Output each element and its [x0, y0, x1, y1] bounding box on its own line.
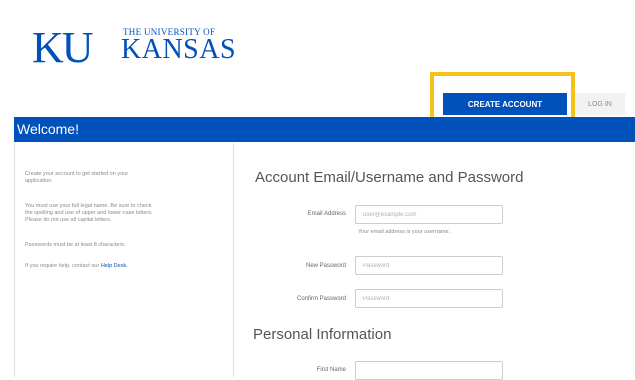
- sidebar-text: Please do not use all capital letters.: [25, 217, 112, 223]
- welcome-banner: Welcome!: [14, 117, 635, 142]
- logo-kansas: KANSAS: [121, 34, 237, 65]
- sidebar-text: Passwords must be at least 8 characters.: [25, 242, 126, 248]
- first-name-label: First Name: [316, 367, 346, 373]
- sidebar-help-line: If you require help, contact our Help De…: [25, 263, 128, 269]
- tab-log-in-label: LOG IN: [588, 100, 612, 108]
- confirm-password-label: Confirm Password: [296, 296, 346, 302]
- email-hint: Your email address is your username.: [358, 229, 451, 235]
- sidebar-help-text: If you require help, contact our: [25, 263, 100, 269]
- new-password-label: New Password: [305, 263, 346, 269]
- tab-log-in[interactable]: LOG IN: [575, 93, 625, 115]
- sidebar-text: the spelling and use of upper and lower-…: [25, 210, 153, 216]
- sidebar-text: application.: [25, 178, 53, 184]
- new-password-field[interactable]: [355, 256, 503, 275]
- email-field[interactable]: [355, 205, 503, 224]
- first-name-field[interactable]: [355, 361, 503, 380]
- personal-section-title: Personal Information: [253, 326, 392, 343]
- sidebar-text: Create your account to get started on yo…: [25, 171, 129, 177]
- confirm-password-field[interactable]: [355, 289, 503, 308]
- sidebar-instructions: Create your account to get started on yo…: [14, 143, 234, 377]
- help-desk-link[interactable]: Help Desk.: [101, 263, 128, 269]
- email-label: Email Address: [307, 211, 346, 217]
- account-section-title: Account Email/Username and Password: [255, 169, 524, 186]
- logo-ku: KU: [32, 23, 94, 72]
- highlight-box: [430, 72, 575, 123]
- sidebar-text: You must use your full legal name. Be su…: [25, 203, 152, 209]
- page-title: Welcome!: [17, 121, 79, 137]
